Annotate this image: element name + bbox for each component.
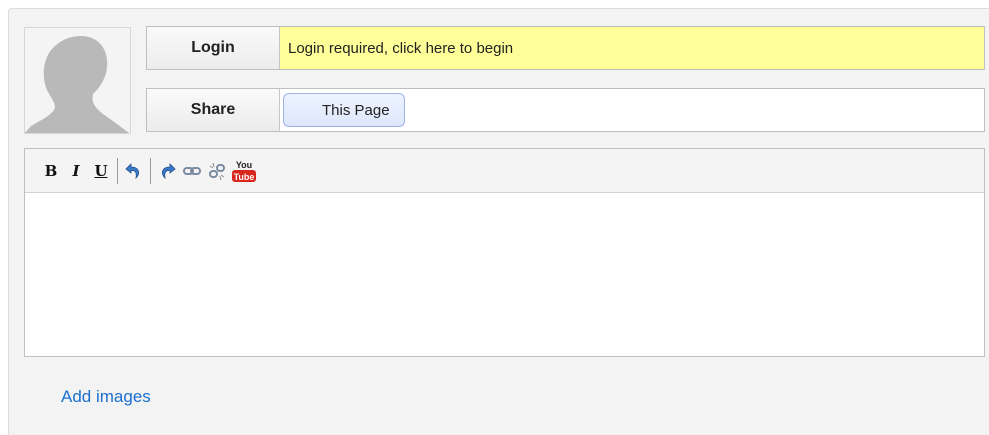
share-options: This Page xyxy=(280,89,984,131)
svg-text:Tube: Tube xyxy=(234,172,255,182)
youtube-icon: You Tube xyxy=(232,160,256,182)
login-label[interactable]: Login xyxy=(147,27,280,69)
share-this-page-button[interactable]: This Page xyxy=(283,93,405,127)
login-row[interactable]: Login Login required, click here to begi… xyxy=(146,26,985,70)
add-images-link[interactable]: Add images xyxy=(61,387,151,407)
redo-button[interactable] xyxy=(155,159,179,183)
share-row: Share This Page xyxy=(146,88,985,132)
redo-icon xyxy=(162,162,176,179)
unlink-icon xyxy=(209,162,225,180)
toolbar-separator xyxy=(150,157,151,184)
comment-text-area[interactable] xyxy=(25,193,984,356)
bold-button[interactable]: B xyxy=(39,159,63,183)
svg-text:You: You xyxy=(236,160,252,170)
login-required-message[interactable]: Login required, click here to begin xyxy=(280,27,984,69)
insert-youtube-button[interactable]: You Tube xyxy=(230,159,258,183)
share-label: Share xyxy=(147,89,280,131)
link-icon xyxy=(183,166,201,175)
comment-editor: B I U You Tube xyxy=(24,148,985,357)
undo-icon xyxy=(125,162,139,179)
undo-button[interactable] xyxy=(122,159,146,183)
unlink-button[interactable] xyxy=(205,159,229,183)
avatar xyxy=(24,27,131,134)
toolbar-separator xyxy=(117,157,118,184)
editor-toolbar: B I U You Tube xyxy=(25,149,984,193)
insert-link-button[interactable] xyxy=(180,159,204,183)
underline-button[interactable]: U xyxy=(89,159,113,183)
italic-button[interactable]: I xyxy=(64,159,88,183)
user-silhouette-icon xyxy=(25,36,129,133)
